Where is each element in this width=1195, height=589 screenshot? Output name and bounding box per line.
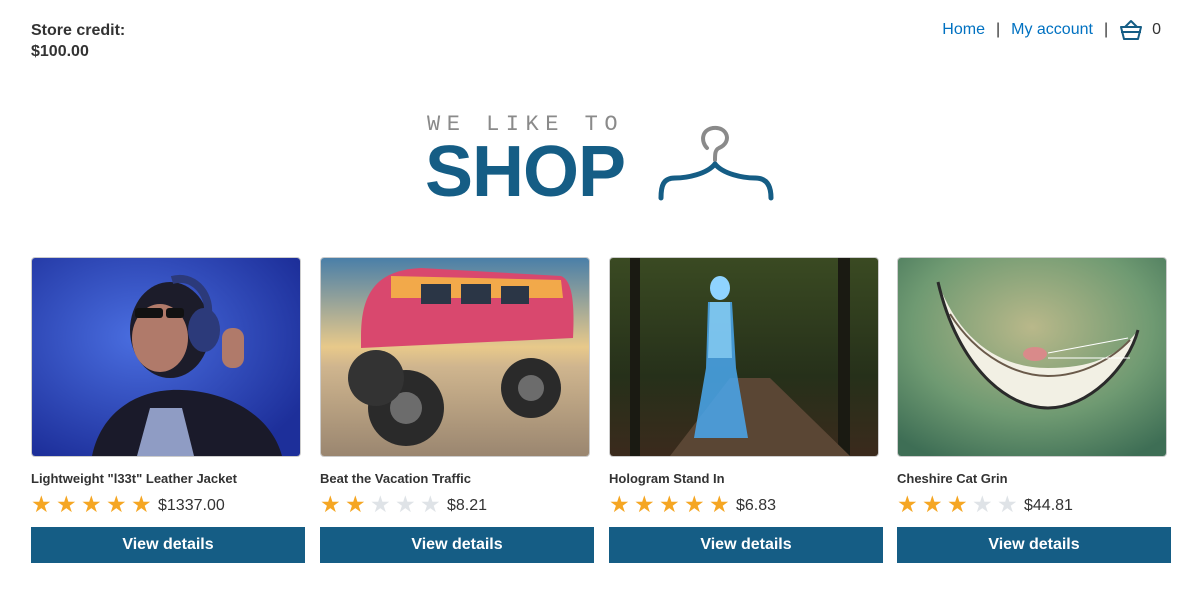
star-icon: ★ [972, 491, 993, 517]
product-price: $8.21 [447, 497, 488, 514]
view-details-button[interactable]: View details [609, 527, 883, 563]
store-credit-label: Store credit: [31, 22, 126, 39]
cart-link[interactable]: 0 [1119, 19, 1161, 41]
star-icon: ★ [56, 491, 77, 517]
logo-word: SHOP [425, 132, 626, 212]
product-title[interactable]: Cheshire Cat Grin [897, 471, 1171, 487]
product-card: Beat the Vacation Traffic ★ ★ ★ ★ ★ $8.2… [320, 257, 594, 563]
store-credit-value: $100.00 [31, 43, 89, 60]
monster-van-image[interactable] [320, 257, 590, 457]
star-icon: ★ [897, 491, 918, 517]
star-icon: ★ [320, 491, 341, 517]
basket-icon [1119, 19, 1143, 41]
hologram-woman-image[interactable] [609, 257, 879, 457]
home-link[interactable]: Home [942, 21, 985, 39]
nav-separator: | [995, 21, 1001, 38]
star-icon: ★ [709, 491, 730, 517]
star-icon: ★ [947, 491, 968, 517]
star-icon: ★ [81, 491, 102, 517]
star-icon: ★ [997, 491, 1018, 517]
star-icon: ★ [420, 491, 441, 517]
star-icon: ★ [609, 491, 630, 517]
star-icon: ★ [395, 491, 416, 517]
view-details-button[interactable]: View details [31, 527, 305, 563]
shop-logo: WE LIKE TO SHOP [425, 110, 777, 212]
woman-headphones-image[interactable] [31, 257, 301, 457]
product-card: Lightweight "l33t" Leather Jacket ★ ★ ★ … [31, 257, 305, 563]
star-icon: ★ [106, 491, 127, 517]
product-price: $44.81 [1024, 497, 1073, 514]
star-icon: ★ [131, 491, 152, 517]
product-rating: ★ ★ ★ ★ ★ $1337.00 [31, 492, 305, 516]
view-details-button[interactable]: View details [897, 527, 1171, 563]
star-icon: ★ [370, 491, 391, 517]
star-icon: ★ [684, 491, 705, 517]
star-icon: ★ [634, 491, 655, 517]
product-price: $6.83 [736, 497, 777, 514]
cart-count: 0 [1152, 21, 1161, 38]
star-icon: ★ [345, 491, 366, 517]
product-rating: ★ ★ ★ ★ ★ $44.81 [897, 492, 1171, 516]
star-icon: ★ [922, 491, 943, 517]
top-nav: Home | My account | 0 [942, 18, 1161, 42]
product-title[interactable]: Hologram Stand In [609, 471, 883, 487]
store-credit: Store credit: $100.00 [31, 20, 125, 62]
view-details-button[interactable]: View details [320, 527, 594, 563]
product-card: Hologram Stand In ★ ★ ★ ★ ★ $6.83 View d… [609, 257, 883, 563]
product-price: $1337.00 [158, 497, 225, 514]
star-icon: ★ [31, 491, 52, 517]
product-rating: ★ ★ ★ ★ ★ $6.83 [609, 492, 883, 516]
star-icon: ★ [659, 491, 680, 517]
product-card: Cheshire Cat Grin ★ ★ ★ ★ ★ $44.81 View … [897, 257, 1171, 563]
product-title[interactable]: Beat the Vacation Traffic [320, 471, 594, 487]
nav-separator: | [1103, 21, 1109, 38]
cat-grin-image[interactable] [897, 257, 1167, 457]
my-account-link[interactable]: My account [1011, 21, 1093, 39]
product-rating: ★ ★ ★ ★ ★ $8.21 [320, 492, 594, 516]
product-title[interactable]: Lightweight "l33t" Leather Jacket [31, 471, 305, 487]
